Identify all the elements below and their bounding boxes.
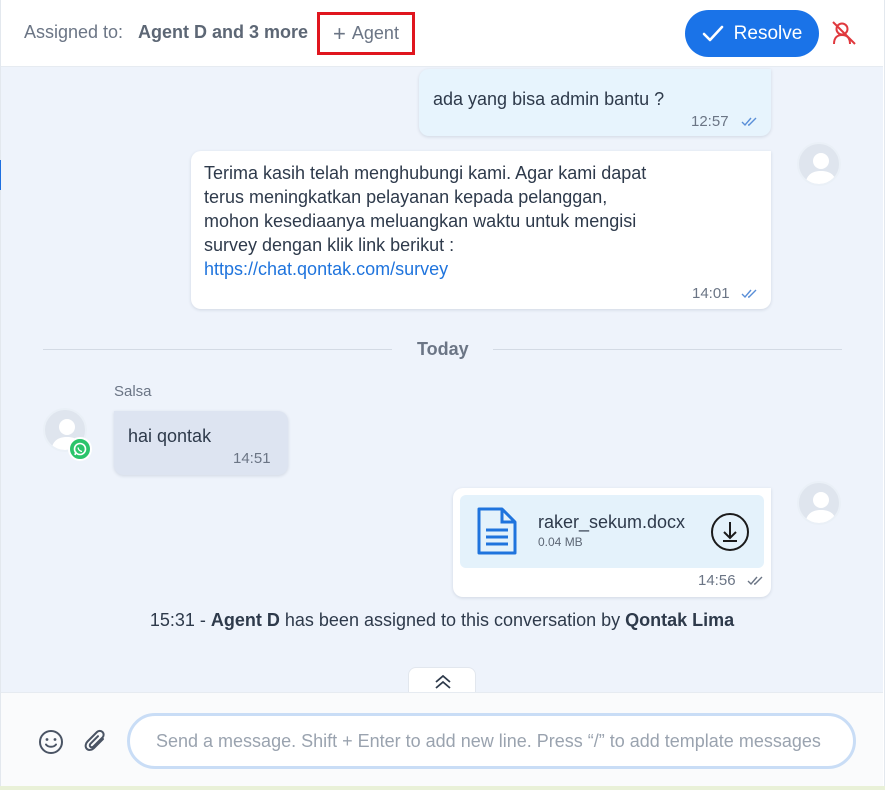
- check-icon: [702, 25, 723, 41]
- outgoing-message: ada yang bisa admin bantu ? 12:57: [419, 69, 771, 136]
- message-input[interactable]: [127, 713, 856, 769]
- double-check-icon: [747, 576, 763, 586]
- incoming-message: hai qontak 14:51: [114, 411, 288, 475]
- message-list[interactable]: ada yang bisa admin bantu ? 12:57 Terima…: [1, 67, 883, 692]
- chevron-up-icon: [435, 675, 451, 689]
- file-size: 0.04 MB: [538, 535, 583, 549]
- message-time: 14:01: [692, 285, 730, 302]
- document-icon: [477, 507, 517, 555]
- survey-line: mohon kesediaanya meluangkan waktu untuk…: [204, 211, 637, 231]
- system-agent: Agent D: [210, 610, 280, 630]
- message-text: ada yang bisa admin bantu ?: [433, 89, 665, 109]
- user-avatar-icon: [797, 481, 841, 525]
- system-message: 15:31 - Agent D has been assigned to thi…: [1, 610, 883, 631]
- file-name: raker_sekum.docx: [538, 512, 686, 532]
- assigned-to-label: Assigned to:: [24, 22, 124, 42]
- survey-line: survey dengan klik link berikut :: [204, 235, 455, 255]
- message-text: hai qontak: [128, 426, 212, 446]
- download-icon[interactable]: [710, 512, 750, 552]
- add-agent-label: Agent: [351, 23, 399, 43]
- bottom-strip: [0, 786, 885, 790]
- date-divider: Today: [417, 339, 469, 359]
- system-text: has been assigned to this conversation b…: [279, 610, 626, 630]
- survey-link[interactable]: https://chat.qontak.com/survey: [204, 257, 494, 281]
- resolve-button[interactable]: Resolve: [685, 10, 819, 57]
- outgoing-survey-message: Terima kasih telah menghubungi kami. Aga…: [191, 151, 771, 309]
- system-assigner: Qontak Lima: [625, 610, 735, 630]
- system-separator: -: [194, 610, 211, 630]
- plus-icon: +: [333, 20, 346, 46]
- double-check-icon: [741, 117, 757, 127]
- unassign-icon[interactable]: [831, 20, 857, 46]
- survey-line: Terima kasih telah menghubungi kami. Aga…: [204, 163, 647, 183]
- system-time: 15:31: [149, 610, 195, 630]
- assigned-agents-list[interactable]: Agent D and 3 more: [138, 22, 308, 43]
- conversation-header: Assigned to: Agent D and 3 more + Agent …: [1, 0, 883, 67]
- file-attachment[interactable]: raker_sekum.docx 0.04 MB: [460, 495, 764, 568]
- message-composer: [1, 692, 883, 790]
- whatsapp-icon: [68, 437, 92, 461]
- sender-name: Salsa: [114, 383, 152, 400]
- scroll-to-top-button[interactable]: [408, 667, 476, 692]
- add-agent-button[interactable]: + Agent: [317, 12, 415, 55]
- resolve-label: Resolve: [733, 22, 803, 44]
- divider-line: [43, 349, 392, 350]
- paperclip-icon[interactable]: [83, 727, 109, 755]
- message-time: 12:57: [691, 113, 729, 130]
- user-avatar-icon: [797, 142, 841, 186]
- emoji-icon[interactable]: [38, 729, 64, 755]
- divider-line: [493, 349, 842, 350]
- message-time: 14:56: [698, 572, 736, 589]
- double-check-icon: [741, 289, 757, 299]
- message-time: 14:51: [233, 450, 271, 467]
- survey-line: terus meningkatkan pelayanan kepada pela…: [204, 187, 608, 207]
